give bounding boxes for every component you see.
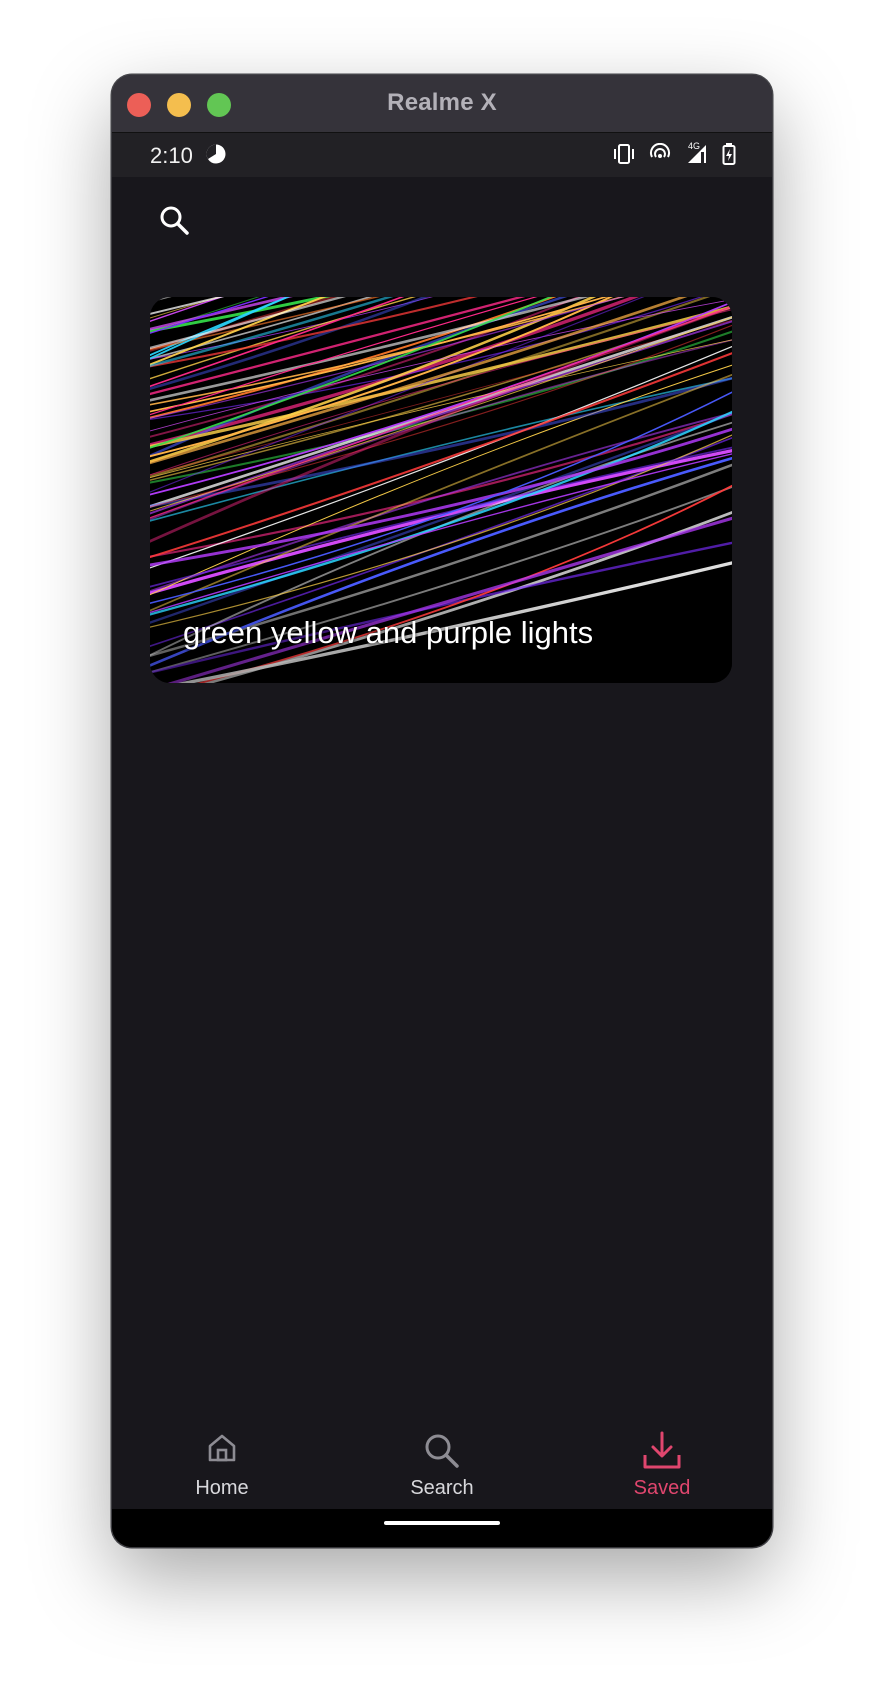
download-icon <box>641 1431 683 1476</box>
signal-icon: 4G <box>684 141 710 170</box>
home-indicator[interactable] <box>384 1521 500 1525</box>
nav-home-label: Home <box>195 1477 249 1499</box>
signal-label: 4G <box>688 141 701 151</box>
status-icons: 4G <box>612 141 736 170</box>
search-icon <box>160 206 189 235</box>
nav-home[interactable]: Home <box>152 1421 292 1509</box>
saved-photo-card[interactable]: green yellow and purple lights <box>150 297 732 683</box>
nav-search-label: Search <box>410 1477 474 1499</box>
search-icon <box>422 1431 462 1476</box>
search-button[interactable] <box>157 203 191 237</box>
gesture-bar <box>112 1509 772 1547</box>
app-window: Realme X 2:10 4G green yellow and purple… <box>112 75 772 1547</box>
vibrate-icon <box>612 143 636 170</box>
nav-saved[interactable]: Saved <box>592 1421 732 1509</box>
nav-saved-label: Saved <box>633 1477 691 1499</box>
status-time: 2:10 <box>150 143 193 168</box>
window-title: Realme X <box>387 89 497 116</box>
home-icon <box>205 1431 239 1470</box>
photo-title: green yellow and purple lights <box>183 615 594 650</box>
bottom-navigation: Home Search Saved <box>112 1421 772 1509</box>
theme-icon <box>205 143 227 170</box>
hotspot-icon <box>648 142 672 170</box>
nav-search[interactable]: Search <box>372 1421 512 1509</box>
status-bar: 2:10 4G <box>112 133 772 177</box>
battery-icon <box>722 143 736 170</box>
window-titlebar: Realme X <box>112 75 772 133</box>
